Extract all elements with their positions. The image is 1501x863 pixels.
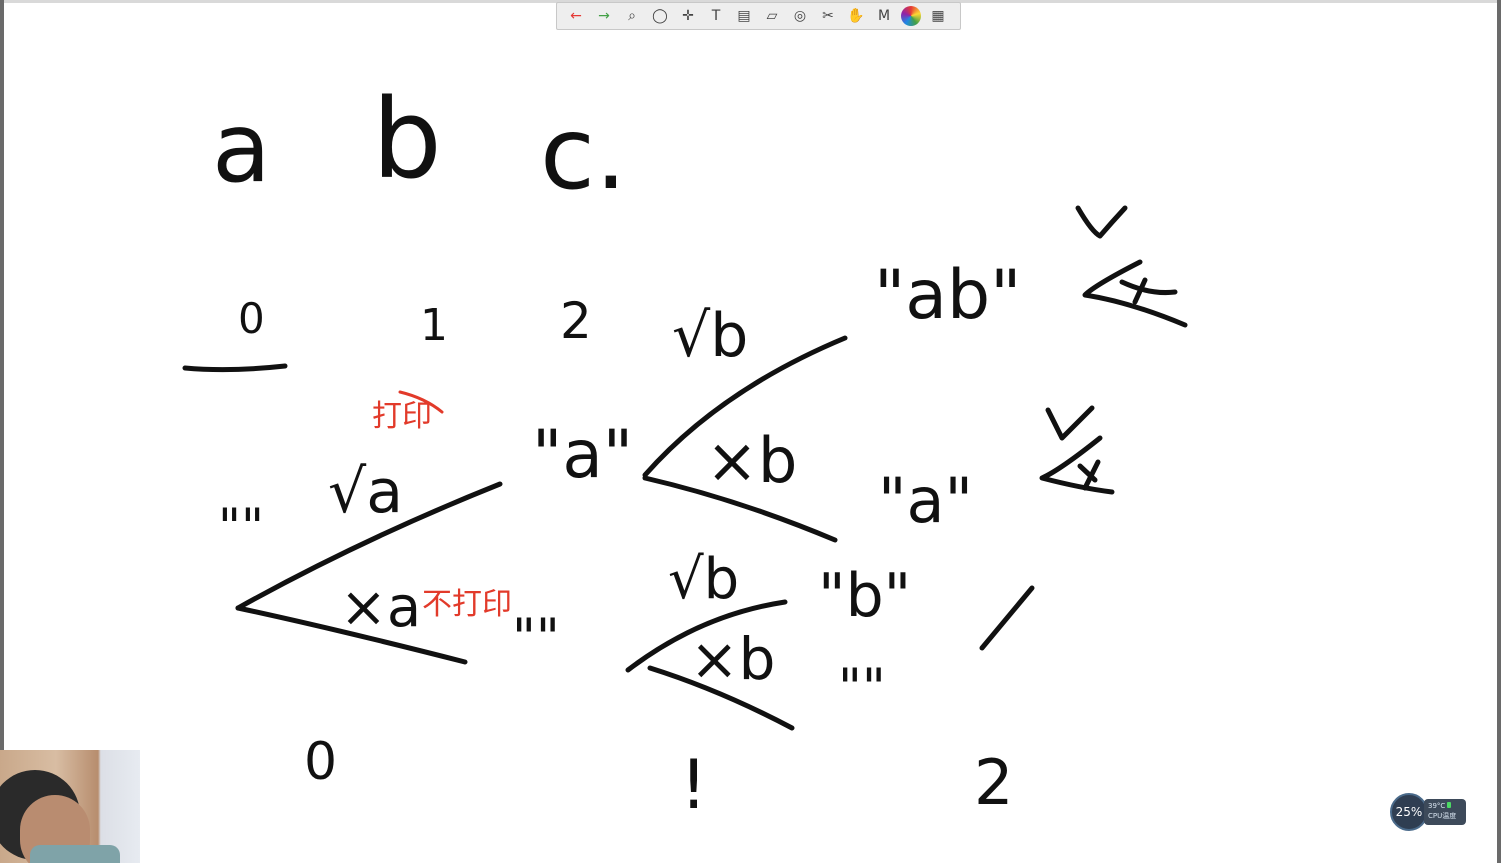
print-arrow-2 <box>1039 435 1115 495</box>
check-mark-2 <box>1045 405 1095 441</box>
take-b-lower-label: √b <box>668 547 740 612</box>
node-a: "a" <box>532 416 634 493</box>
letter-b: b <box>372 75 442 203</box>
index-2: 2 <box>560 292 592 350</box>
temperature-value: 39°C <box>1428 802 1446 810</box>
webcam-overlay <box>0 750 140 863</box>
webcam-shirt <box>30 845 120 863</box>
leaf-a: "a" <box>878 464 974 537</box>
index-0: 0 <box>238 294 265 343</box>
system-monitor-widget[interactable]: 25% 39°C CPU温度 <box>1390 793 1468 831</box>
skip-b-lower-label: ×b <box>690 625 776 693</box>
take-b-upper-label: √b <box>672 301 749 371</box>
no-print-annotation: 不打印 <box>422 587 512 622</box>
level-0: 0 <box>304 732 338 792</box>
cpu-gauge: 25% <box>1390 793 1428 831</box>
letter-c: c. <box>540 95 627 212</box>
temperature-panel: 39°C CPU温度 <box>1424 799 1466 825</box>
root-empty-string: "" <box>218 498 264 556</box>
slash-mark <box>979 585 1035 651</box>
cross-2 <box>1077 459 1101 491</box>
index-underline <box>182 363 288 373</box>
skip-b-upper-label: ×b <box>706 424 798 497</box>
level-1: ! <box>680 746 708 825</box>
status-dot-icon <box>1447 802 1452 808</box>
print-annotation: 打印 <box>372 399 432 434</box>
leaf-b: "b" <box>818 561 912 631</box>
level-2: 2 <box>974 746 1014 819</box>
node-empty: "" <box>512 608 560 668</box>
take-a-label: √a <box>328 457 403 527</box>
index-1: 1 <box>420 300 448 351</box>
letter-a: a <box>212 92 271 204</box>
cross-1 <box>1119 277 1178 305</box>
temperature-label: CPU温度 <box>1428 812 1457 820</box>
check-mark-1 <box>1075 205 1128 239</box>
skip-a-label: ×a <box>340 575 422 640</box>
leaf-ab: "ab" <box>874 256 1022 335</box>
leaf-empty: "" <box>838 658 886 718</box>
